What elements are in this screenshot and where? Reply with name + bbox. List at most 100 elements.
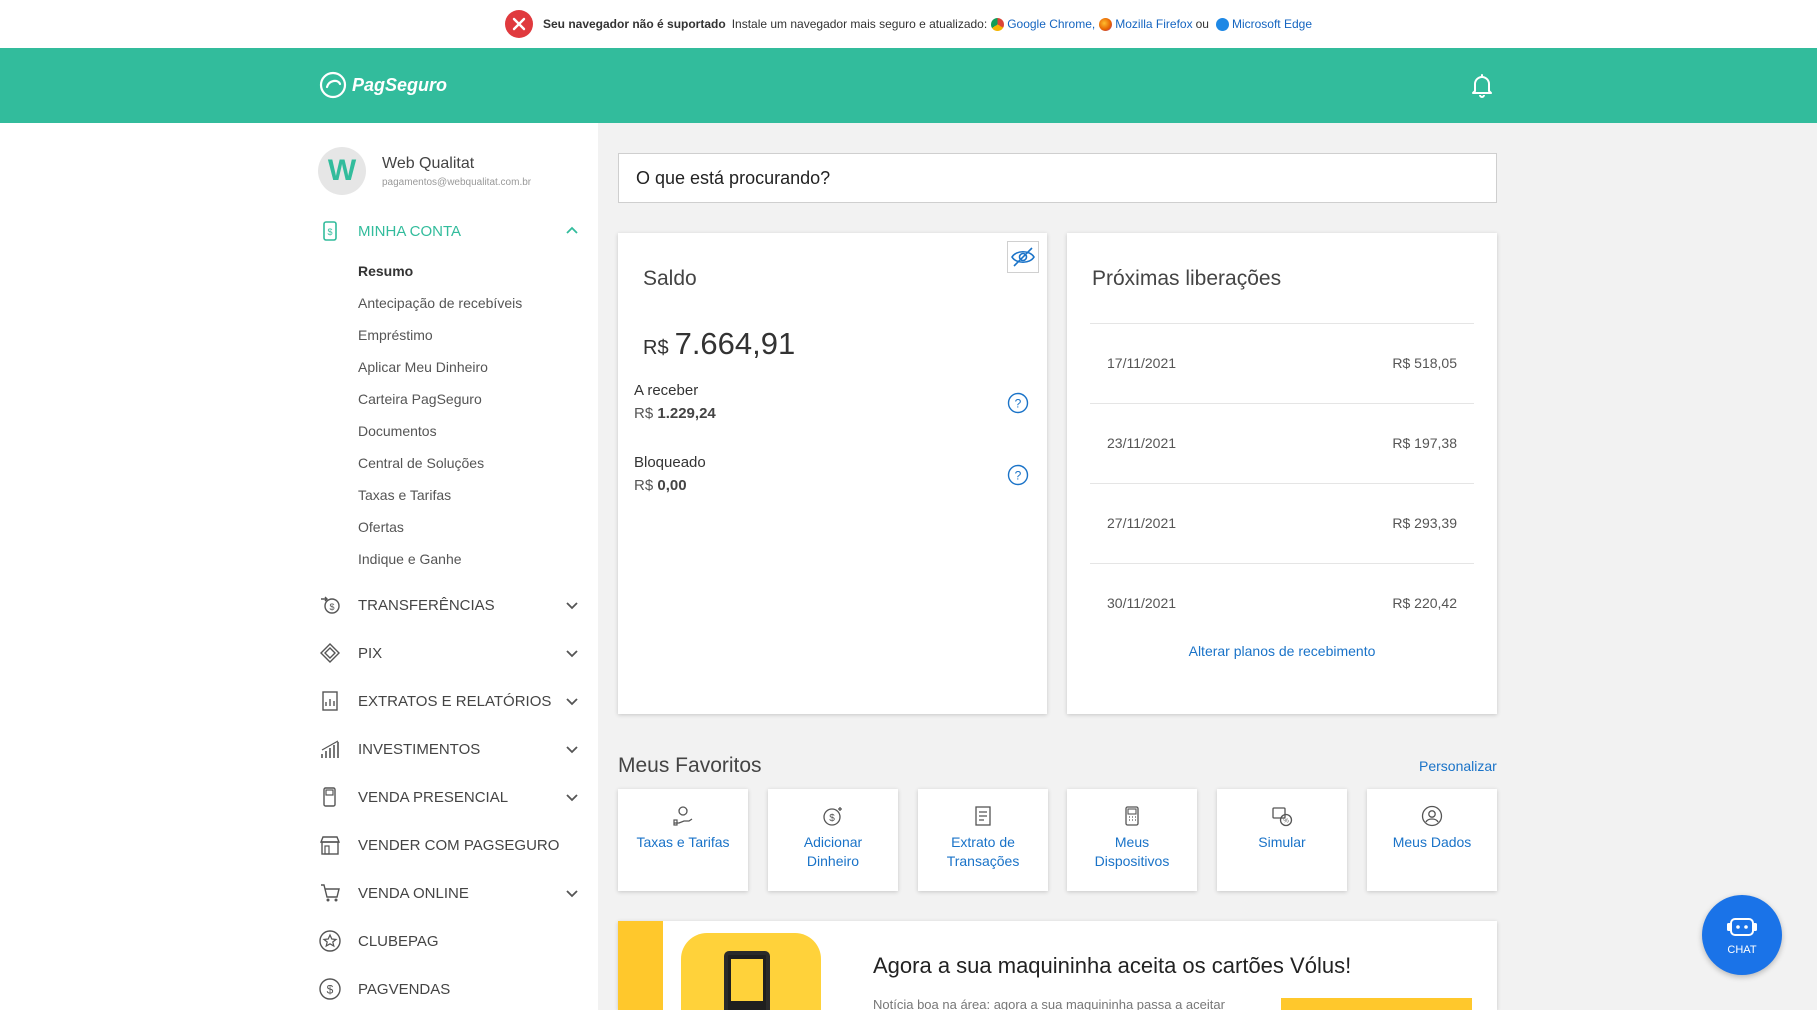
sub-item-indique[interactable]: Indique e Ganhe: [358, 551, 462, 567]
user-profile[interactable]: W Web Qualitat pagamentos@webqualitat.co…: [318, 147, 531, 195]
profile-name: Web Qualitat: [382, 154, 475, 172]
sidebar-item-venda-online[interactable]: VENDA ONLINE: [318, 877, 580, 909]
blocked-value: R$ 0,00: [634, 477, 687, 494]
chevron-down-icon: [566, 650, 578, 658]
edge-link[interactable]: Microsoft Edge: [1215, 17, 1312, 31]
favorite-label: Meus Dados: [1392, 834, 1472, 850]
blocked-amount: 0,00: [657, 477, 687, 494]
warning-message: Instale um navegador mais seguro e atual…: [731, 17, 988, 31]
sub-item-documentos[interactable]: Documentos: [358, 423, 437, 439]
divider: [1090, 323, 1474, 324]
sidebar-item-label: PAGVENDAS: [358, 980, 451, 998]
store-icon: [318, 833, 342, 857]
logo-text: PagSeguro: [352, 74, 448, 95]
svg-text:$: $: [327, 983, 334, 997]
pagseguro-logo[interactable]: PagSeguro: [318, 70, 447, 100]
blocked-currency: R$: [634, 477, 654, 494]
sidebar-item-label: VENDA ONLINE: [358, 884, 469, 902]
sidebar-item-clubepag[interactable]: CLUBEPAG: [318, 925, 580, 957]
edge-icon: [1215, 17, 1229, 31]
receivable-currency: R$: [634, 405, 654, 422]
cart-icon: [318, 881, 342, 905]
favorite-label: Extrato de Transações: [946, 834, 1020, 869]
favorite-taxas-tarifas[interactable]: Taxas e Tarifas: [618, 789, 748, 891]
avatar: W: [318, 147, 366, 195]
sub-item-aplicar[interactable]: Aplicar Meu Dinheiro: [358, 359, 488, 375]
sub-item-emprestimo[interactable]: Empréstimo: [358, 327, 433, 343]
search-input[interactable]: O que está procurando?: [618, 153, 1497, 203]
sidebar-item-extratos[interactable]: EXTRATOS E RELATÓRIOS: [318, 685, 580, 717]
help-icon[interactable]: ?: [1007, 392, 1029, 414]
pix-icon: [318, 641, 342, 665]
release-date: 17/11/2021: [1107, 355, 1177, 371]
firefox-icon: [1099, 17, 1113, 31]
sub-item-antecipacao[interactable]: Antecipação de recebíveis: [358, 295, 522, 311]
chevron-up-icon: [566, 226, 578, 234]
sidebar-item-pagvendas[interactable]: $ PAGVENDAS: [318, 973, 580, 1005]
favorite-label: Taxas e Tarifas: [636, 834, 730, 850]
receivable-value: R$ 1.229,24: [634, 405, 716, 422]
chat-button[interactable]: CHAT: [1702, 895, 1782, 975]
svg-text:?: ?: [1015, 469, 1022, 483]
help-icon[interactable]: ?: [1007, 464, 1029, 486]
browser-warning-bar: Seu navegador não é suportado Instale um…: [0, 0, 1817, 48]
favorite-simular[interactable]: % Simular: [1217, 789, 1347, 891]
receivable-amount: 1.229,24: [657, 405, 716, 422]
hide-balance-button[interactable]: [1007, 241, 1039, 273]
divider: [1090, 483, 1474, 484]
firefox-link[interactable]: Mozilla Firefox: [1099, 17, 1193, 31]
release-amount: R$ 518,05: [1392, 355, 1457, 371]
chevron-down-icon: [566, 698, 578, 706]
promo-banner[interactable]: Agora a sua maquininha aceita os cartões…: [618, 921, 1497, 1010]
favorite-adicionar-dinheiro[interactable]: $ Adicionar Dinheiro: [768, 789, 898, 891]
edge-link-label: Microsoft Edge: [1231, 17, 1312, 31]
sidebar-item-label: EXTRATOS E RELATÓRIOS: [358, 692, 552, 710]
sidebar-item-label: INVESTIMENTOS: [358, 740, 481, 758]
release-amount: R$ 220,42: [1392, 595, 1457, 611]
change-receipt-plans-link[interactable]: Alterar planos de recebimento: [1067, 643, 1497, 659]
favorite-meus-dispositivos[interactable]: Meus Dispositivos: [1067, 789, 1197, 891]
sub-item-carteira[interactable]: Carteira PagSeguro: [358, 391, 482, 407]
notifications-bell-icon[interactable]: [1468, 72, 1496, 100]
release-date: 23/11/2021: [1107, 435, 1177, 451]
warning-or: ou: [1195, 17, 1209, 31]
favorite-meus-dados[interactable]: Meus Dados: [1367, 789, 1497, 891]
sidebar-item-investimentos[interactable]: INVESTIMENTOS: [318, 733, 580, 765]
card-machine-icon: [318, 785, 342, 809]
sub-item-ofertas[interactable]: Ofertas: [358, 519, 404, 535]
sidebar-item-label: VENDA PRESENCIAL: [358, 788, 509, 806]
simulate-icon: %: [1272, 807, 1293, 827]
favorite-extrato[interactable]: Extrato de Transações: [918, 789, 1048, 891]
sidebar-item-label: TRANSFERÊNCIAS: [358, 596, 495, 614]
promo-title: Agora a sua maquininha aceita os cartões…: [873, 953, 1352, 978]
dollar-coin-icon: $: [318, 977, 342, 1001]
release-date: 27/11/2021: [1107, 515, 1177, 531]
chrome-icon: [991, 17, 1005, 31]
sub-item-central[interactable]: Central de Soluções: [358, 455, 484, 471]
receivable-label: A receber: [634, 382, 699, 399]
sidebar-item-transferencias[interactable]: $ TRANSFERÊNCIAS: [318, 589, 580, 621]
sidebar-item-minha-conta[interactable]: $ MINHA CONTA: [318, 215, 580, 247]
chevron-down-icon: [566, 602, 578, 610]
sub-item-taxas[interactable]: Taxas e Tarifas: [358, 487, 451, 503]
sidebar-item-label: PIX: [358, 644, 383, 662]
promo-button[interactable]: [1281, 998, 1472, 1010]
user-icon: [1421, 805, 1443, 827]
firefox-link-label: Mozilla Firefox: [1115, 17, 1193, 31]
sidebar-item-pix[interactable]: PIX: [318, 637, 580, 669]
chat-bot-icon: [1727, 917, 1757, 936]
svg-text:$: $: [329, 602, 334, 612]
profile-email: pagamentos@webqualitat.com.br: [382, 176, 532, 188]
personalize-link[interactable]: Personalizar: [1419, 758, 1497, 774]
chevron-down-icon: [566, 746, 578, 754]
sidebar-item-label: MINHA CONTA: [358, 222, 462, 240]
sub-item-resumo[interactable]: Resumo: [358, 263, 413, 279]
sidebar-item-venda-presencial[interactable]: VENDA PRESENCIAL: [318, 781, 580, 813]
sidebar-item-vender-com-pagseguro[interactable]: VENDER COM PAGSEGURO: [318, 829, 580, 861]
chrome-link[interactable]: Google Chrome,: [991, 17, 1095, 31]
svg-text:%: %: [1283, 819, 1289, 825]
account-icon: $: [318, 219, 342, 243]
favorites-title: Meus Favoritos: [618, 754, 762, 777]
chevron-down-icon: [566, 794, 578, 802]
chat-label: CHAT: [1727, 943, 1757, 956]
